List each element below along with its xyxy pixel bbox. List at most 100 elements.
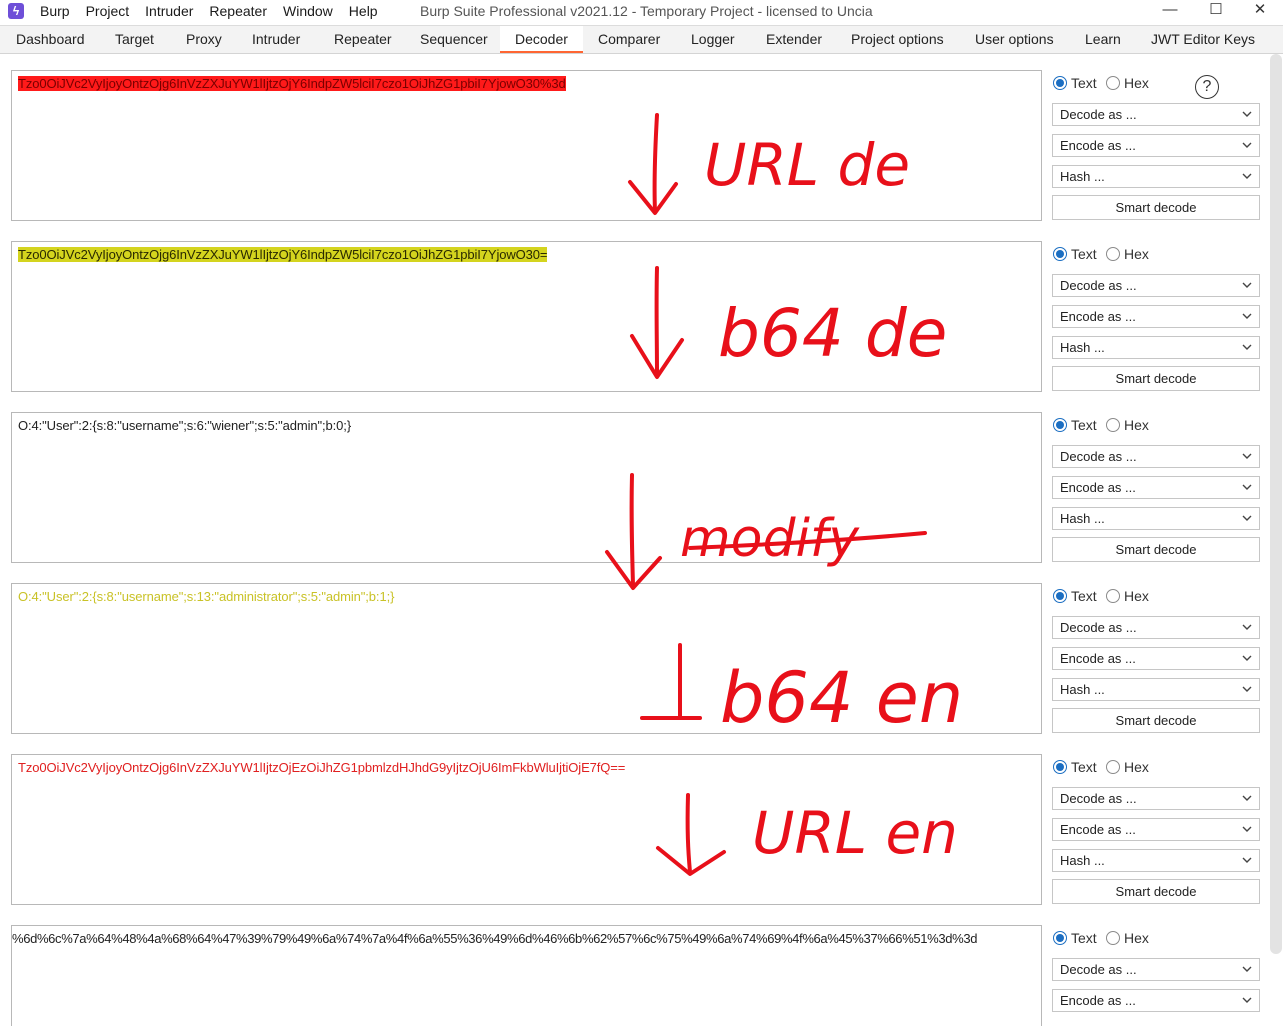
chevron-down-icon	[1241, 823, 1253, 835]
tab-proxy[interactable]: Proxy	[186, 26, 222, 53]
chevron-down-icon	[1241, 994, 1253, 1006]
text-radio[interactable]	[1053, 76, 1067, 90]
text-radio[interactable]	[1053, 247, 1067, 261]
chevron-down-icon	[1241, 341, 1253, 353]
decode-as-select[interactable]: Decode as ...	[1052, 274, 1260, 297]
text-radio[interactable]	[1053, 931, 1067, 945]
menu-burp[interactable]: Burp	[40, 2, 70, 20]
tab-jwt-editor-keys[interactable]: JWT Editor Keys	[1151, 26, 1255, 53]
decoder-editor[interactable]: %6d%6c%7a%64%48%4a%68%64%47%39%79%49%6a%…	[11, 925, 1042, 1026]
tab-sequencer[interactable]: Sequencer	[420, 26, 488, 53]
encode-as-select[interactable]: Encode as ...	[1052, 989, 1260, 1012]
text-radio-label: Text	[1071, 75, 1097, 91]
encode-as-label: Encode as ...	[1060, 993, 1136, 1008]
title-bar: ϟ Burp Project Intruder Repeater Window …	[0, 0, 1283, 22]
hash-select[interactable]: Hash ...	[1052, 678, 1260, 701]
hash-label: Hash ...	[1060, 853, 1105, 868]
chevron-down-icon	[1241, 481, 1253, 493]
text-radio[interactable]	[1053, 418, 1067, 432]
tab-extender[interactable]: Extender	[766, 26, 822, 53]
hex-radio[interactable]	[1106, 589, 1120, 603]
hex-radio-label: Hex	[1124, 588, 1149, 604]
decode-as-label: Decode as ...	[1060, 449, 1137, 464]
menu-window[interactable]: Window	[283, 2, 333, 20]
text-radio[interactable]	[1053, 589, 1067, 603]
menu-help[interactable]: Help	[349, 2, 378, 20]
decoder-editor[interactable]: O:4:"User":2:{s:8:"username";s:6:"wiener…	[11, 412, 1042, 563]
encode-as-label: Encode as ...	[1060, 309, 1136, 324]
chevron-down-icon	[1241, 139, 1253, 151]
tab-intruder[interactable]: Intruder	[252, 26, 300, 53]
hex-radio[interactable]	[1106, 760, 1120, 774]
maximize-button[interactable]: ☐	[1193, 0, 1239, 22]
decode-as-select[interactable]: Decode as ...	[1052, 958, 1260, 981]
decoder-panel-2: Tzo0OiJVc2VyIjoyOntzOjg6InVzZXJuYW1lIjtz…	[0, 241, 1283, 412]
chevron-down-icon	[1241, 279, 1253, 291]
chevron-down-icon	[1241, 854, 1253, 866]
editor-content: Tzo0OiJVc2VyIjoyOntzOjg6InVzZXJuYW1lIjtz…	[18, 76, 566, 91]
decoder-panel-4: O:4:"User":2:{s:8:"username";s:13:"admin…	[0, 583, 1283, 754]
decoder-editor[interactable]: Tzo0OiJVc2VyIjoyOntzOjg6InVzZXJuYW1lIjtz…	[11, 70, 1042, 221]
tab-target[interactable]: Target	[115, 26, 154, 53]
smart-decode-button[interactable]: Smart decode	[1052, 708, 1260, 733]
menu-intruder[interactable]: Intruder	[145, 2, 193, 20]
decode-as-select[interactable]: Decode as ...	[1052, 103, 1260, 126]
hash-select[interactable]: Hash ...	[1052, 507, 1260, 530]
decoder-editor[interactable]: Tzo0OiJVc2VyIjoyOntzOjg6InVzZXJuYW1lIjtz…	[11, 241, 1042, 392]
decoder-panel-3: O:4:"User":2:{s:8:"username";s:6:"wiener…	[0, 412, 1283, 583]
hex-radio[interactable]	[1106, 418, 1120, 432]
decode-as-select[interactable]: Decode as ...	[1052, 445, 1260, 468]
decoder-panel-1: Tzo0OiJVc2VyIjoyOntzOjg6InVzZXJuYW1lIjtz…	[0, 70, 1283, 241]
tab-decoder[interactable]: Decoder	[500, 26, 583, 53]
decoder-editor[interactable]: O:4:"User":2:{s:8:"username";s:13:"admin…	[11, 583, 1042, 734]
burp-logo-icon: ϟ	[8, 3, 24, 19]
hash-select[interactable]: Hash ...	[1052, 849, 1260, 872]
editor-content: %6d%6c%7a%64%48%4a%68%64%47%39%79%49%6a%…	[12, 931, 977, 946]
tab-user-options[interactable]: User options	[975, 26, 1054, 53]
text-radio[interactable]	[1053, 760, 1067, 774]
tab-dashboard[interactable]: Dashboard	[16, 26, 85, 53]
minimize-button[interactable]: —	[1147, 0, 1193, 22]
decode-as-select[interactable]: Decode as ...	[1052, 616, 1260, 639]
text-radio-label: Text	[1071, 417, 1097, 433]
smart-decode-button[interactable]: Smart decode	[1052, 879, 1260, 904]
tab-repeater[interactable]: Repeater	[334, 26, 392, 53]
decoder-panel-5: Tzo0OiJVc2VyIjoyOntzOjg6InVzZXJuYW1lIjtz…	[0, 754, 1283, 925]
encode-as-select[interactable]: Encode as ...	[1052, 818, 1260, 841]
menu-repeater[interactable]: Repeater	[209, 2, 267, 20]
smart-decode-button[interactable]: Smart decode	[1052, 366, 1260, 391]
hex-radio-label: Hex	[1124, 75, 1149, 91]
decode-as-label: Decode as ...	[1060, 107, 1137, 122]
encode-as-select[interactable]: Encode as ...	[1052, 476, 1260, 499]
encode-as-label: Encode as ...	[1060, 480, 1136, 495]
hash-label: Hash ...	[1060, 340, 1105, 355]
encode-as-select[interactable]: Encode as ...	[1052, 134, 1260, 157]
tab-learn[interactable]: Learn	[1085, 26, 1121, 53]
text-radio-label: Text	[1071, 588, 1097, 604]
menu-project[interactable]: Project	[86, 2, 130, 20]
hash-select[interactable]: Hash ...	[1052, 336, 1260, 359]
close-button[interactable]: ✕	[1237, 0, 1283, 22]
hex-radio-label: Hex	[1124, 930, 1149, 946]
tab-logger[interactable]: Logger	[691, 26, 735, 53]
hex-radio[interactable]	[1106, 931, 1120, 945]
hash-label: Hash ...	[1060, 511, 1105, 526]
tab-comparer[interactable]: Comparer	[598, 26, 660, 53]
window-title: Burp Suite Professional v2021.12 - Tempo…	[420, 2, 873, 20]
encode-as-select[interactable]: Encode as ...	[1052, 305, 1260, 328]
hex-radio[interactable]	[1106, 76, 1120, 90]
chevron-down-icon	[1241, 450, 1253, 462]
text-radio-label: Text	[1071, 246, 1097, 262]
hex-radio[interactable]	[1106, 247, 1120, 261]
chevron-down-icon	[1241, 310, 1253, 322]
help-icon[interactable]: ?	[1195, 75, 1219, 99]
hash-select[interactable]: Hash ...	[1052, 165, 1260, 188]
decode-as-select[interactable]: Decode as ...	[1052, 787, 1260, 810]
tab-project-options[interactable]: Project options	[851, 26, 944, 53]
decoder-panel-6: %6d%6c%7a%64%48%4a%68%64%47%39%79%49%6a%…	[0, 925, 1283, 1020]
encode-as-label: Encode as ...	[1060, 138, 1136, 153]
encode-as-select[interactable]: Encode as ...	[1052, 647, 1260, 670]
smart-decode-button[interactable]: Smart decode	[1052, 195, 1260, 220]
smart-decode-button[interactable]: Smart decode	[1052, 537, 1260, 562]
decoder-editor[interactable]: Tzo0OiJVc2VyIjoyOntzOjg6InVzZXJuYW1lIjtz…	[11, 754, 1042, 905]
